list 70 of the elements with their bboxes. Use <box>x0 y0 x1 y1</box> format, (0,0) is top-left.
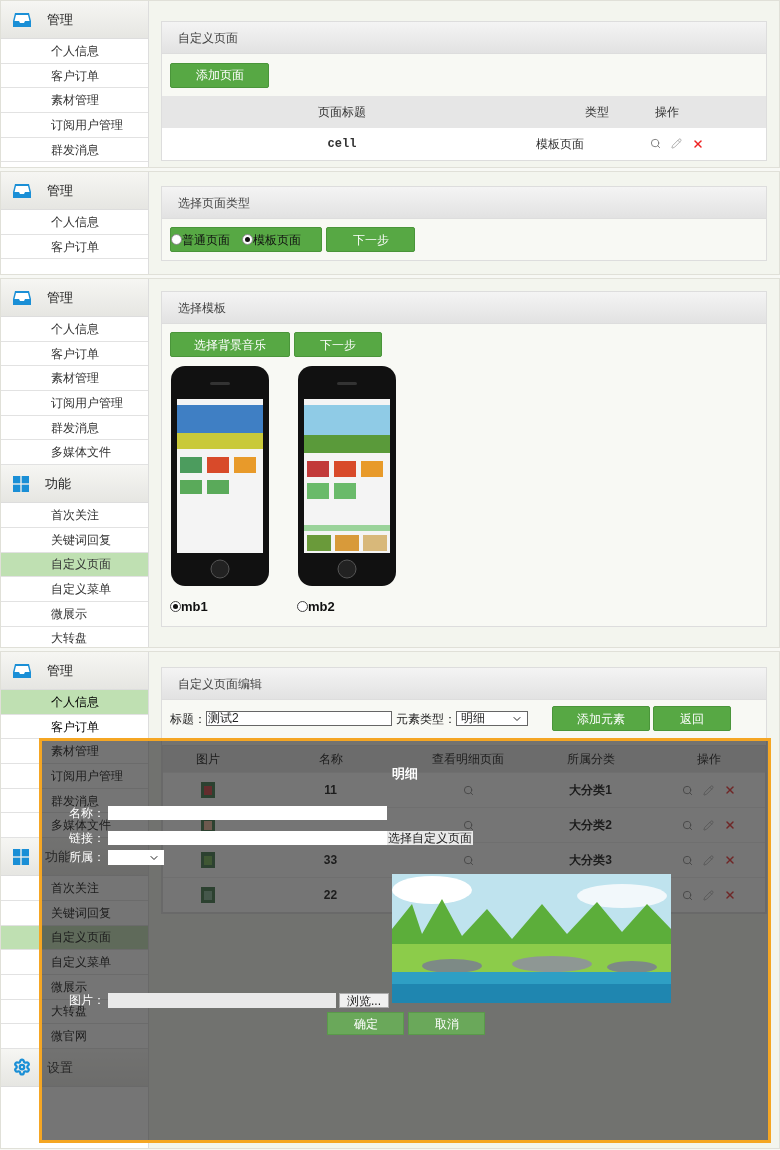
panel-header: 自定义页面 <box>162 22 766 54</box>
table-cell-text: 33 <box>323 852 338 869</box>
table-cell-text: 模板页面 <box>536 135 584 153</box>
radio-label[interactable]: 普通页面 <box>182 230 230 249</box>
sidebar-item[interactable]: 自定义页面 <box>1 552 148 578</box>
radio-label[interactable]: mb2 <box>308 597 335 617</box>
search-icon[interactable] <box>462 854 474 866</box>
sidebar-item[interactable]: 个人信息 <box>1 690 148 715</box>
table-cell-text: 22 <box>323 887 338 904</box>
type-select[interactable]: 明细 <box>456 711 528 726</box>
delete-icon[interactable] <box>724 889 736 901</box>
field-label: 标题： <box>170 710 206 728</box>
table-cell-text: cell <box>327 135 357 153</box>
search-icon[interactable] <box>682 889 693 901</box>
table-cell-text: 大分类3 <box>569 852 612 869</box>
column-header: 查看明细页面 <box>432 751 504 768</box>
windows-icon <box>13 848 29 865</box>
delete-icon[interactable] <box>724 819 736 831</box>
column-header: 操作 <box>655 103 679 121</box>
table-cell-text: 大分类1 <box>569 782 612 799</box>
windows-icon <box>13 475 29 492</box>
browse-button[interactable]: 浏览... <box>339 993 389 1008</box>
sidebar-group-header[interactable]: 功能 <box>1 465 148 504</box>
table-cell-text: 11 <box>324 782 337 799</box>
column-header: 页面标题 <box>318 103 366 121</box>
inbox-icon <box>13 182 31 199</box>
link-field[interactable] <box>108 831 387 845</box>
column-header: 图片 <box>196 751 220 768</box>
search-icon[interactable] <box>462 819 474 831</box>
file-field[interactable] <box>108 993 336 1008</box>
column-header: 所属分类 <box>566 751 615 768</box>
column-header: 名称 <box>318 751 343 768</box>
radio-label[interactable]: 模板页面 <box>253 230 301 249</box>
sidebar-group-header[interactable]: 管理 <box>1 172 148 210</box>
pencil-icon[interactable] <box>703 889 714 901</box>
settings-icon <box>13 1058 31 1077</box>
search-icon[interactable] <box>682 854 693 866</box>
pencil-icon[interactable] <box>703 854 714 866</box>
sidebar-group-header[interactable]: 管理 <box>1 279 148 317</box>
search-icon[interactable] <box>650 138 661 149</box>
panel-header: 选择模板 <box>162 292 766 324</box>
radio-button[interactable] <box>297 601 308 613</box>
pencil-icon[interactable] <box>671 138 682 149</box>
radio-button[interactable] <box>171 234 182 245</box>
column-header: 类型 <box>585 103 609 121</box>
radio-button[interactable] <box>242 234 253 245</box>
inbox-icon <box>13 11 31 28</box>
panel-header: 自定义页面编辑 <box>162 668 766 700</box>
dialog-title: 明细 <box>392 766 419 782</box>
pencil-icon[interactable] <box>703 784 714 796</box>
inbox-icon <box>13 289 31 306</box>
delete-icon[interactable] <box>724 784 736 796</box>
name-field[interactable] <box>108 806 387 820</box>
field-label: 元素类型： <box>396 710 456 728</box>
table-cell-text: 大分类2 <box>569 817 612 834</box>
search-icon[interactable] <box>682 784 693 796</box>
radio-button[interactable] <box>170 601 181 613</box>
delete-icon[interactable] <box>692 137 704 150</box>
sidebar-group-header[interactable]: 管理 <box>1 652 148 690</box>
search-icon[interactable] <box>682 819 693 831</box>
radio-label[interactable]: mb1 <box>181 597 208 617</box>
search-icon[interactable] <box>462 784 474 796</box>
column-header: 操作 <box>697 751 721 768</box>
pencil-icon[interactable] <box>703 819 714 831</box>
sidebar-group-header[interactable]: 管理 <box>1 1 148 39</box>
delete-icon[interactable] <box>724 854 736 866</box>
title-field[interactable]: 测试2 <box>206 711 392 726</box>
choose-page-button[interactable]: 选择自定义页面 <box>387 831 473 845</box>
inbox-icon <box>13 662 31 679</box>
panel-header: 选择页面类型 <box>162 187 766 219</box>
